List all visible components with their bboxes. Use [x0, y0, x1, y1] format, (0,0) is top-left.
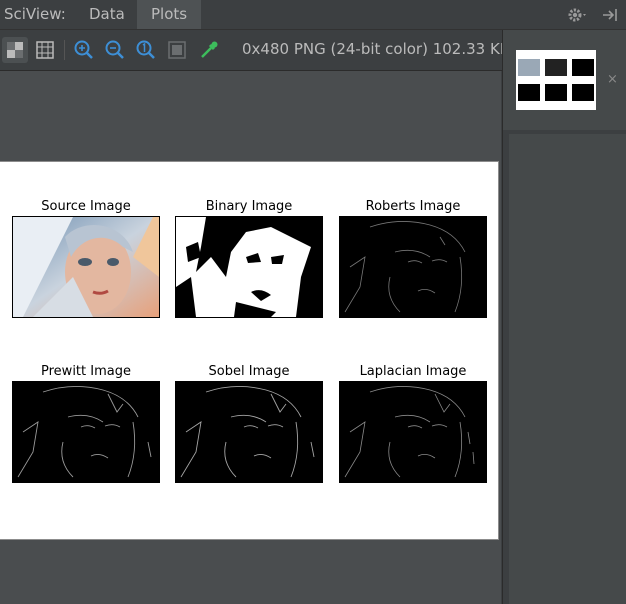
close-icon[interactable]: ×: [607, 72, 618, 87]
sidebar-empty-area: [509, 134, 626, 604]
tab-bar: SciView: Data Plots: [0, 0, 626, 30]
panel-title: Binary Image: [205, 199, 293, 214]
prewitt-image: [12, 381, 160, 483]
panel-title: Prewitt Image: [41, 364, 131, 379]
zoom-out-icon[interactable]: [102, 37, 128, 63]
laplacian-image: [339, 381, 487, 483]
thumb-cell: [518, 59, 540, 76]
panel-roberts: Roberts Image: [339, 198, 487, 318]
thumb-cell: [545, 84, 567, 101]
plot-canvas[interactable]: Source Image Binary Image Roberts Image …: [0, 71, 501, 604]
plot-thumbnail[interactable]: [516, 50, 596, 110]
source-image: [12, 216, 160, 318]
thumb-cell: [572, 59, 594, 76]
thumb-cell: [545, 59, 567, 76]
tab-data[interactable]: Data: [75, 0, 139, 29]
plot-thumbnail-item[interactable]: ×: [503, 30, 626, 130]
panel-sobel: Sobel Image: [175, 363, 323, 483]
panel-binary: Binary Image: [175, 198, 323, 318]
panel-title: Laplacian Image: [359, 364, 467, 379]
gear-icon[interactable]: [566, 5, 590, 25]
panel-laplacian: Laplacian Image: [339, 363, 487, 483]
hide-panel-icon[interactable]: [600, 5, 620, 25]
toolbar-separator: [64, 40, 65, 60]
binary-image: [175, 216, 323, 318]
roberts-image: [339, 216, 487, 318]
sobel-image: [175, 381, 323, 483]
thumb-cell: [518, 84, 540, 101]
toolbar: 0x480 PNG (24-bit color) 102.33 KB: [0, 30, 510, 71]
tab-plots[interactable]: Plots: [137, 0, 202, 29]
fit-zoom-icon[interactable]: [164, 37, 190, 63]
panel-prewitt: Prewitt Image: [12, 363, 160, 483]
zoom-in-icon[interactable]: [71, 37, 97, 63]
app-title: SciView:: [4, 5, 66, 23]
image-info: 0x480 PNG (24-bit color) 102.33 KB: [242, 40, 511, 58]
actual-size-icon[interactable]: [133, 37, 159, 63]
figure: Source Image Binary Image Roberts Image …: [0, 161, 499, 540]
panel-title: Sobel Image: [208, 364, 290, 379]
color-picker-icon[interactable]: [196, 37, 222, 63]
panel-source: Source Image: [12, 198, 160, 318]
panel-title: Roberts Image: [365, 199, 461, 214]
thumb-cell: [572, 84, 594, 101]
chessboard-background-icon[interactable]: [2, 37, 28, 63]
plots-sidebar: ×: [502, 30, 626, 604]
grid-icon[interactable]: [32, 37, 58, 63]
panel-title: Source Image: [41, 199, 131, 214]
